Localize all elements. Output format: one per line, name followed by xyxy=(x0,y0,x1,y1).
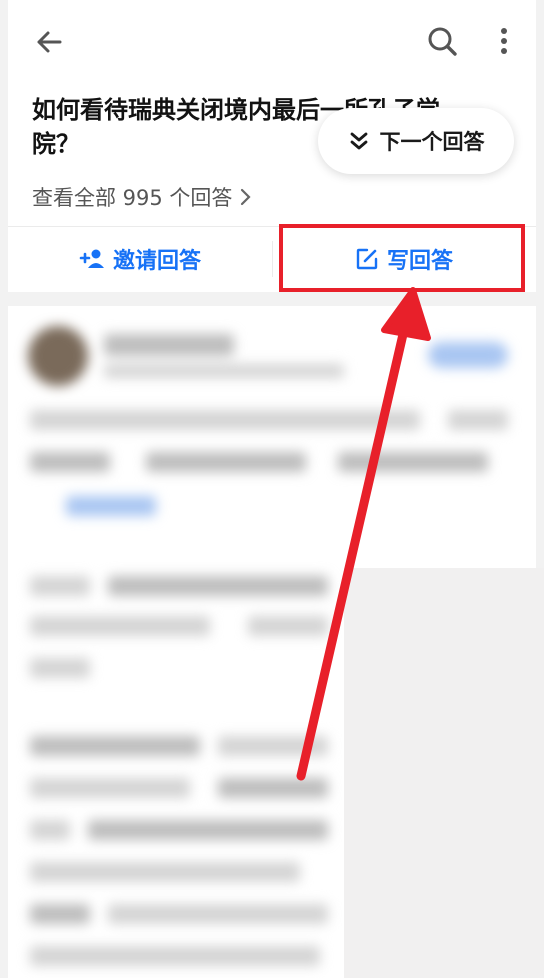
text-line xyxy=(108,904,328,924)
arrow-left-icon[interactable] xyxy=(34,27,64,57)
highlight-annotation-box xyxy=(279,224,525,292)
text-line xyxy=(218,778,328,798)
invite-answer-button[interactable]: 邀请回答 xyxy=(8,227,272,291)
search-icon[interactable] xyxy=(426,25,458,57)
text-line xyxy=(88,820,328,840)
author-name xyxy=(104,334,234,356)
text-line xyxy=(30,946,320,966)
text-line xyxy=(30,736,200,756)
text-line xyxy=(30,778,190,798)
text-line xyxy=(30,576,90,596)
view-all-answers-label: 查看全部 995 个回答 xyxy=(32,186,233,210)
text-line xyxy=(448,410,508,430)
more-vertical-icon[interactable] xyxy=(492,25,516,57)
next-answer-label: 下一个回答 xyxy=(379,130,485,154)
text-line xyxy=(338,452,488,472)
avatar xyxy=(28,326,88,386)
add-person-icon xyxy=(79,249,104,268)
question-title-continued: 院？ xyxy=(32,130,80,158)
text-line xyxy=(30,616,210,636)
follow-button xyxy=(428,342,508,368)
app-screen: 如何看待瑞典关闭境内最后一所孔子学 院？ 下一个回答 查看全部 995 个回答 xyxy=(0,0,544,978)
text-line xyxy=(248,616,328,636)
text-line xyxy=(30,452,110,472)
text-line xyxy=(30,658,90,678)
text-line xyxy=(218,736,328,756)
chevron-right-icon xyxy=(241,188,251,206)
top-app-bar xyxy=(8,0,536,84)
text-link xyxy=(66,496,156,516)
view-all-answers-link[interactable]: 查看全部 995 个回答 xyxy=(32,180,252,214)
author-bio xyxy=(104,364,344,378)
next-answer-button[interactable]: 下一个回答 xyxy=(318,108,514,174)
double-chevron-down-icon xyxy=(350,132,367,150)
text-line xyxy=(146,452,306,472)
text-line xyxy=(30,820,70,840)
gray-overlay-block xyxy=(344,568,544,978)
invite-answer-label: 邀请回答 xyxy=(112,249,201,274)
text-line xyxy=(108,576,328,596)
text-line xyxy=(30,904,90,924)
text-line xyxy=(30,862,300,882)
text-line xyxy=(30,410,420,430)
